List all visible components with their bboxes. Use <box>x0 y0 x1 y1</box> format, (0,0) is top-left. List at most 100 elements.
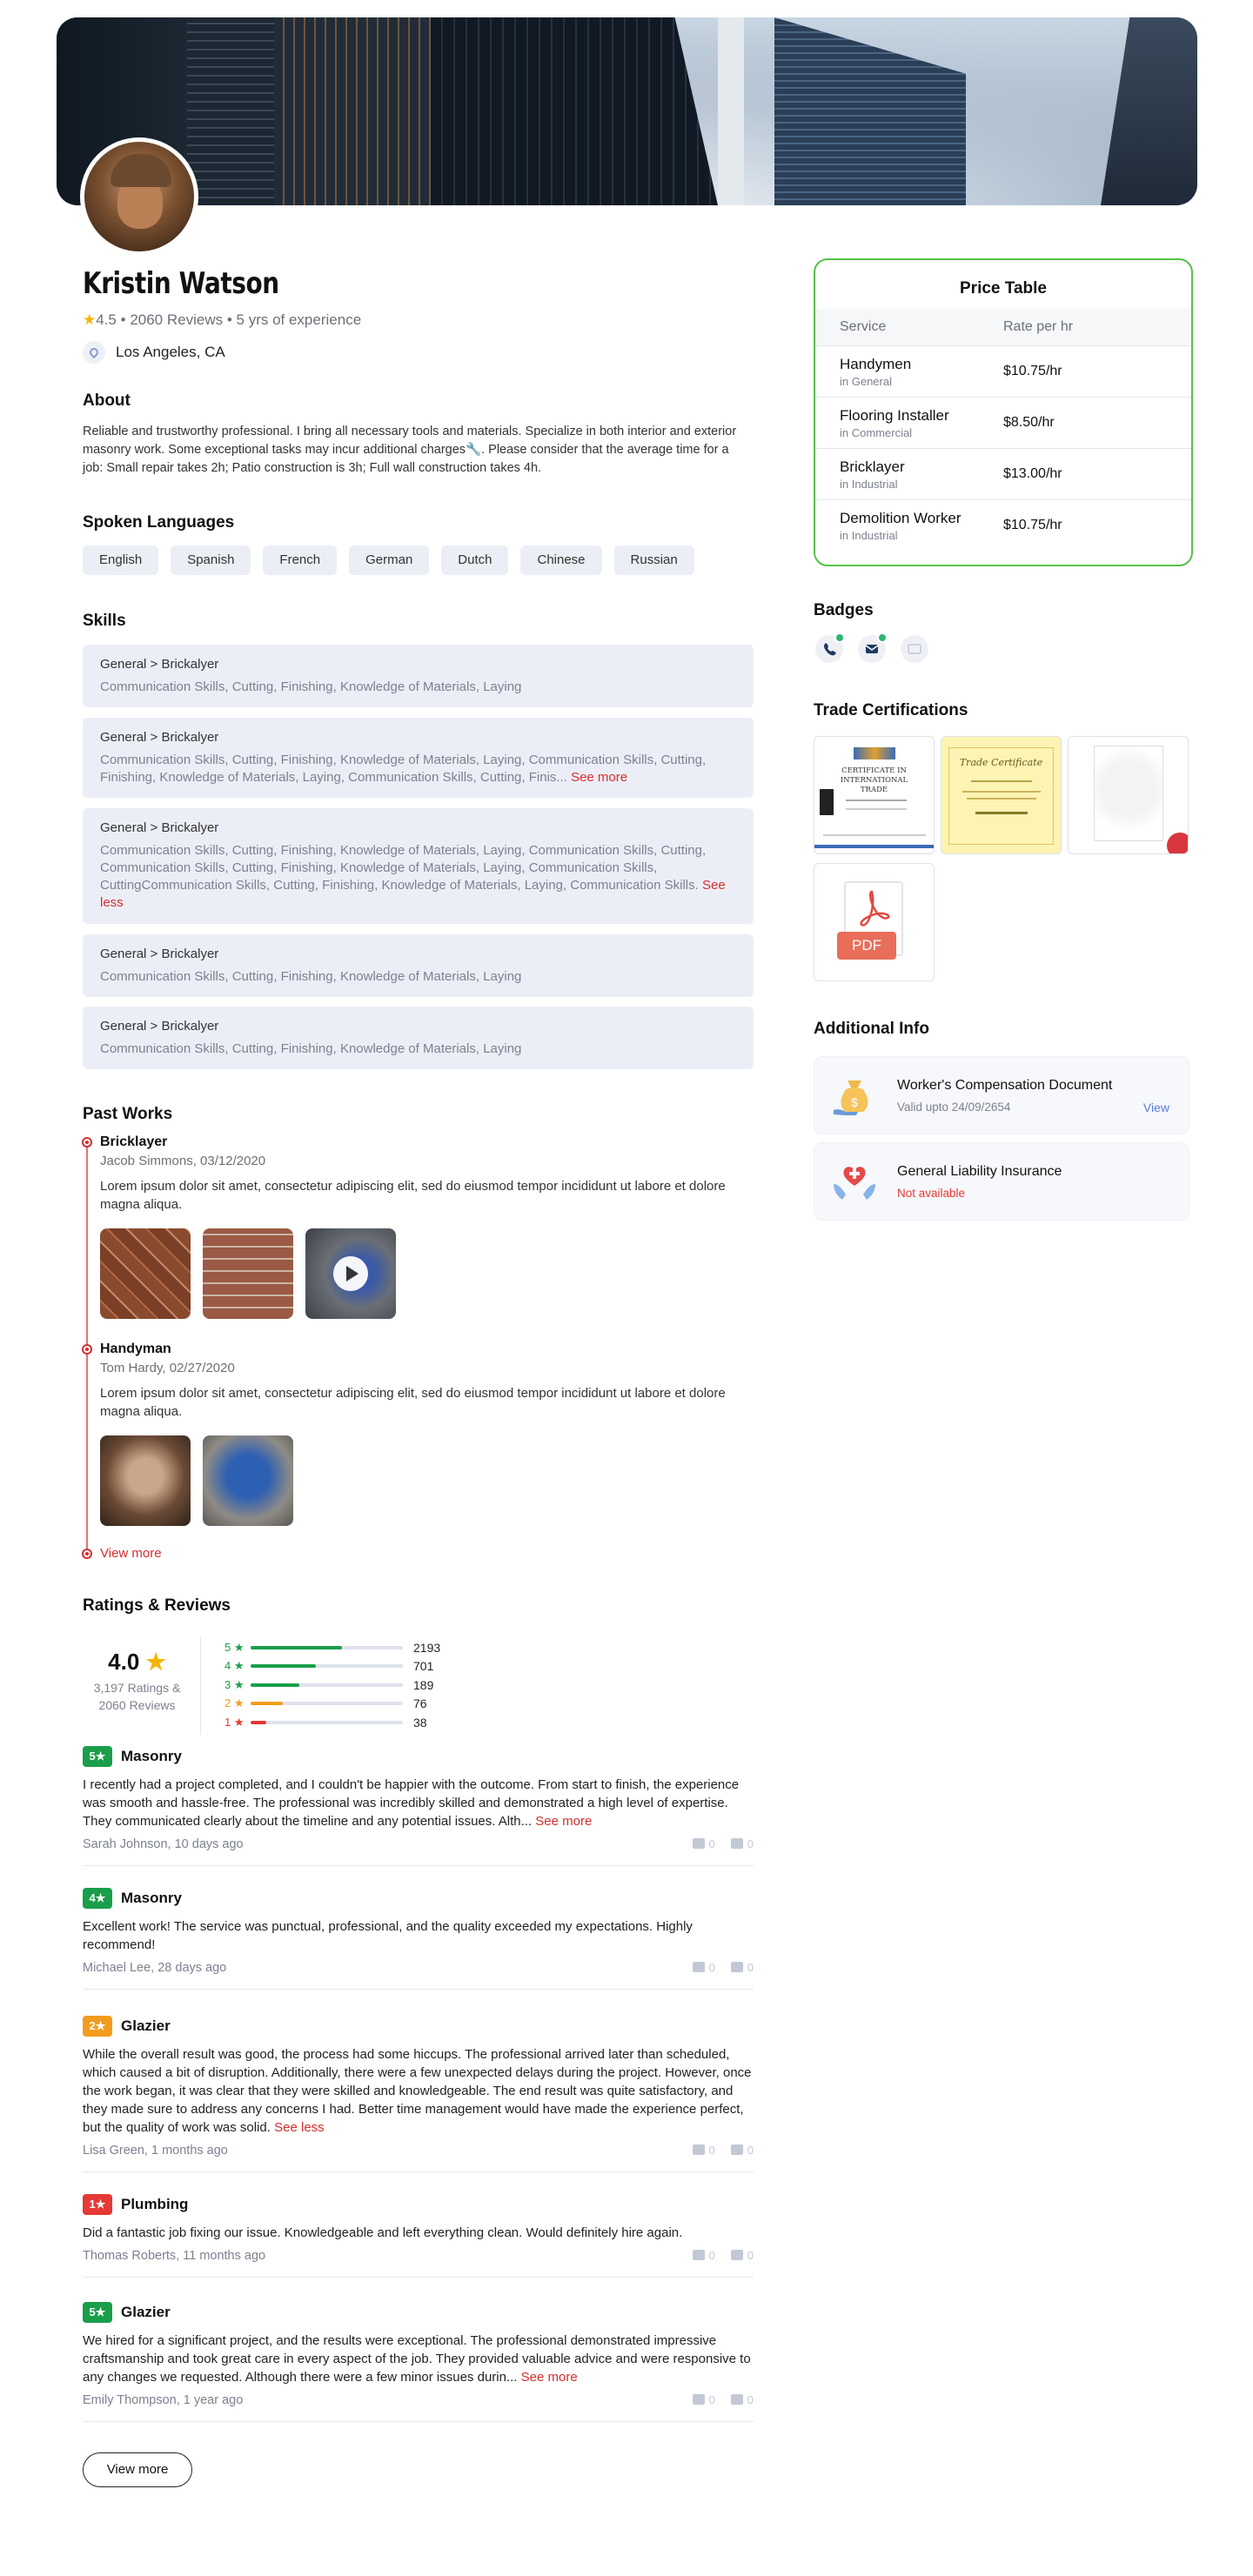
review-category: Masonry <box>121 1748 182 1764</box>
verified-check-icon <box>877 632 888 643</box>
service-category: in Industrial <box>840 528 898 542</box>
rating-bar-row: 2 ★ 76 <box>224 1695 440 1714</box>
rating-bar-row: 1 ★ 38 <box>224 1713 440 1732</box>
languages-list: English Spanish French German Dutch Chin… <box>83 545 694 575</box>
see-more-link[interactable]: See more <box>521 2370 578 2385</box>
review-rating-badge: 4★ <box>83 1888 112 1909</box>
dislike-button[interactable]: 0 <box>730 1837 754 1851</box>
profile-reviews: 2060 Reviews <box>130 311 224 328</box>
thumbs-down-icon <box>730 2250 743 2260</box>
dislike-count: 0 <box>747 1961 754 1974</box>
badges-title: Badges <box>814 601 874 619</box>
thumbs-down-icon <box>730 2144 743 2155</box>
view-more-reviews-button[interactable]: View more <box>83 2452 192 2487</box>
skill-card: General > Brickalyer Communication Skill… <box>83 1007 754 1069</box>
review-author: Lisa Green, 1 months ago <box>83 2144 228 2158</box>
rating-bar-track <box>251 1702 403 1706</box>
see-more-link[interactable]: See more <box>571 770 627 785</box>
review-text: Excellent work! The service was punctual… <box>83 1917 754 1954</box>
price-row: Flooring Installer in Commercial $8.50/h… <box>815 397 1191 448</box>
rating-bar-count: 76 <box>413 1696 427 1711</box>
skill-title: General > Brickalyer <box>100 730 219 745</box>
rating-summary: 4.0 ★ 3,197 Ratings & 2060 Reviews <box>83 1649 191 1714</box>
skill-title: General > Brickalyer <box>100 947 219 961</box>
review-rating-badge: 1★ <box>83 2194 112 2215</box>
rating-bar-row: 4 ★ 701 <box>224 1657 440 1676</box>
dislike-button[interactable]: 0 <box>730 2393 754 2407</box>
rating-bar-label: 2 ★ <box>224 1696 245 1710</box>
past-work-item: Bricklayer Jacob Simmons, 03/12/2020 Lor… <box>100 1134 761 1214</box>
view-document-link[interactable]: View <box>1143 1101 1169 1114</box>
language-chip: German <box>349 545 430 575</box>
price-table-header: Service Rate per hr <box>815 309 1191 345</box>
service-column: Service <box>840 319 887 334</box>
certificate-international-trade[interactable]: CERTIFICATE IN INTERNATIONAL TRADE <box>814 736 935 854</box>
play-icon[interactable] <box>333 1256 368 1291</box>
sanding-photo[interactable] <box>100 1435 191 1526</box>
cover-image <box>57 17 1197 205</box>
review-item: 2★ Glazier While the overall result was … <box>83 2016 754 2172</box>
skill-desc-text: Communication Skills, Cutting, Finishing… <box>100 843 707 893</box>
past-works-title: Past Works <box>83 1105 173 1123</box>
like-button[interactable]: 0 <box>692 2393 715 2407</box>
price-row: Demolition Worker in Industrial $10.75/h… <box>815 499 1191 551</box>
review-item: 4★ Masonry Excellent work! The service w… <box>83 1888 754 1990</box>
rating-bar-fill <box>251 1683 299 1687</box>
dislike-button[interactable]: 0 <box>730 2249 754 2263</box>
thumbs-up-icon <box>692 1962 705 1972</box>
star-icon: ★ <box>145 1649 166 1675</box>
pdf-document[interactable]: PDF <box>814 863 935 981</box>
review-item: 5★ Glazier We hired for a significant pr… <box>83 2302 754 2422</box>
work-video-thumbnail[interactable] <box>305 1228 396 1319</box>
info-status: Valid upto 24/09/2654 <box>897 1101 1011 1114</box>
info-card: $ Worker's Compensation Document Valid u… <box>814 1056 1189 1134</box>
rate-column: Rate per hr <box>1003 319 1074 334</box>
review-rating-badge: 5★ <box>83 2302 112 2323</box>
rating-bar-label: 1 ★ <box>224 1715 245 1729</box>
service-rate: $10.75/hr <box>1003 364 1062 378</box>
skill-title: General > Brickalyer <box>100 820 219 835</box>
like-button[interactable]: 0 <box>692 2249 715 2263</box>
brick-wall-photo[interactable] <box>203 1228 293 1319</box>
past-work-gallery <box>100 1435 293 1526</box>
rating-breakdown: 5 ★ 2193 4 ★ 701 3 ★ 189 2 ★ 76 1 ★ 38 <box>224 1638 440 1732</box>
certifications-title: Trade Certifications <box>814 701 968 719</box>
rating-bar-row: 5 ★ 2193 <box>224 1638 440 1657</box>
language-chip: Russian <box>613 545 694 575</box>
timeline-dot <box>82 1137 92 1147</box>
info-card: General Liability Insurance Not availabl… <box>814 1142 1189 1221</box>
rating-bar-label: 3 ★ <box>224 1677 245 1691</box>
brick-pattern-photo[interactable] <box>100 1228 191 1319</box>
handyman-photo[interactable] <box>203 1435 293 1526</box>
rating-bar-track <box>251 1683 403 1687</box>
review-text-body: We hired for a significant project, and … <box>83 2333 751 2385</box>
dislike-button[interactable]: 0 <box>730 2144 754 2158</box>
average-rating: 4.0 ★ <box>83 1649 191 1676</box>
rating-bar-row: 3 ★ 189 <box>224 1676 440 1695</box>
trade-certificate[interactable]: Trade Certificate <box>941 736 1062 854</box>
dislike-button[interactable]: 0 <box>730 1961 754 1975</box>
see-less-link[interactable]: See less <box>274 2120 325 2135</box>
dislike-count: 0 <box>747 2393 754 2406</box>
rating-bar-count: 701 <box>413 1659 434 1674</box>
past-works-view-more[interactable]: View more <box>100 1546 162 1561</box>
see-more-link[interactable]: See more <box>535 1814 592 1829</box>
thumbs-down-icon <box>730 1838 743 1849</box>
divider <box>200 1637 201 1735</box>
certificate-award[interactable] <box>1068 736 1189 854</box>
info-title: General Liability Insurance <box>897 1164 1062 1179</box>
like-button[interactable]: 0 <box>692 2144 715 2158</box>
review-item: 5★ Masonry I recently had a project comp… <box>83 1746 754 1866</box>
like-count: 0 <box>708 1837 715 1850</box>
review-rating-badge: 2★ <box>83 2016 112 2037</box>
past-work-sub: Jacob Simmons, 03/12/2020 <box>100 1154 266 1168</box>
language-chip: Dutch <box>441 545 509 575</box>
skill-card: General > Brickalyer Communication Skill… <box>83 808 754 924</box>
like-button[interactable]: 0 <box>692 1837 715 1851</box>
skills-title: Skills <box>83 612 126 630</box>
like-button[interactable]: 0 <box>692 1961 715 1975</box>
svg-text:$: $ <box>851 1095 858 1109</box>
about-text: Reliable and trustworthy professional. I… <box>83 425 737 475</box>
timeline-dot <box>82 1549 92 1559</box>
rating-bar-label: 4 ★ <box>224 1659 245 1673</box>
